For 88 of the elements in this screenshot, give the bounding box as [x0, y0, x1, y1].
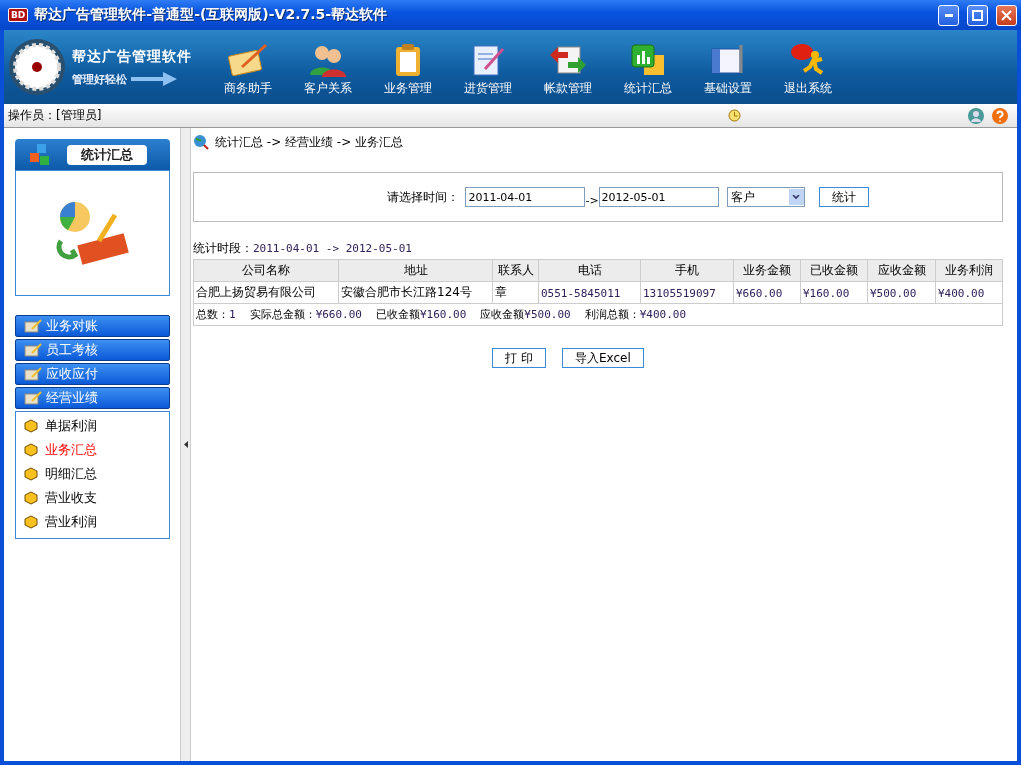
- cube-icon: [24, 467, 38, 481]
- toolbar-button[interactable]: 进货管理: [448, 43, 528, 97]
- column-header: 应收金额: [867, 259, 936, 282]
- submenu-item[interactable]: 营业利润: [24, 510, 169, 534]
- column-header: 手机: [640, 259, 734, 282]
- collapse-arrow-icon[interactable]: [183, 441, 188, 448]
- notepad-pen-icon: [226, 43, 270, 77]
- group-by-select[interactable]: 客户: [726, 187, 805, 207]
- statistics-button[interactable]: 统计: [818, 187, 869, 207]
- user-icon[interactable]: [967, 106, 985, 125]
- maximize-button[interactable]: [967, 4, 988, 26]
- toolbar-button[interactable]: 商务助手: [208, 43, 288, 97]
- maximize-icon: [972, 9, 983, 21]
- toolbar-button[interactable]: 统计汇总: [608, 43, 688, 97]
- minimize-icon: [944, 13, 953, 17]
- range-arrow: ->: [585, 193, 599, 207]
- table-cell: ¥400.00: [935, 281, 1003, 304]
- minimize-button[interactable]: [938, 4, 959, 26]
- folder-pen-icon: [24, 343, 42, 357]
- column-header: 联系人: [492, 259, 539, 282]
- period-value: 2011-04-01 -> 2012-05-01: [253, 242, 412, 255]
- submenu-item[interactable]: 营业收支: [24, 486, 169, 510]
- column-header: 已收金额: [800, 259, 868, 282]
- sidebar-group-button[interactable]: 员工考核: [15, 339, 170, 361]
- column-header: 业务利润: [935, 259, 1003, 282]
- gear-logo-icon: [8, 38, 66, 96]
- column-header: 地址: [338, 259, 493, 282]
- breadcrumb: 统计汇总 -> 经营业绩 -> 业务汇总: [215, 133, 404, 151]
- toolbar-button[interactable]: 客户关系: [288, 43, 368, 97]
- folder-pen-icon: [24, 367, 42, 381]
- help-icon[interactable]: [991, 106, 1009, 125]
- toolbar-button[interactable]: 业务管理: [368, 43, 448, 97]
- globe-search-icon: [193, 134, 209, 150]
- action-button[interactable]: 打 印: [492, 348, 546, 368]
- brand-slogan: 管理好轻松: [72, 71, 127, 87]
- sidebar-group-button[interactable]: 业务对账: [15, 315, 170, 337]
- window-wrench-icon: [710, 43, 746, 77]
- chevron-down-icon: [792, 194, 801, 200]
- sidebar-group-button[interactable]: 应收应付: [15, 363, 170, 385]
- close-button[interactable]: [996, 4, 1017, 26]
- table-cell: 合肥上扬贸易有限公司: [193, 281, 339, 304]
- table-cell: ¥500.00: [867, 281, 936, 304]
- chart-icon: [630, 43, 666, 77]
- table-cell: 安徽合肥市长江路124号: [338, 281, 493, 304]
- column-header: 公司名称: [193, 259, 339, 282]
- summary-item: 实际总金额：¥660.00: [249, 307, 362, 322]
- start-date-field[interactable]: 2011-04-01: [465, 187, 586, 207]
- action-button[interactable]: 导入Excel: [562, 348, 644, 368]
- column-header: 业务金额: [733, 259, 801, 282]
- submenu-item[interactable]: 单据利润: [24, 414, 169, 438]
- clipboard-icon: [393, 43, 423, 77]
- brand-name: 帮达广告管理软件: [72, 47, 192, 66]
- document-pen-icon: [471, 43, 505, 77]
- toolbar-button[interactable]: 退出系统: [768, 43, 848, 97]
- folder-pen-icon: [24, 319, 42, 333]
- summary-item: 总数：1: [196, 307, 236, 322]
- close-icon: [1001, 9, 1012, 21]
- cube-icon: [24, 491, 38, 505]
- running-figure-icon: [790, 43, 826, 77]
- submenu-item[interactable]: 明细汇总: [24, 462, 169, 486]
- app-logo: BD: [8, 8, 29, 22]
- toolbar-button[interactable]: 帐款管理: [528, 43, 608, 97]
- summary-item: 应收金额¥500.00: [480, 307, 571, 322]
- cube-icon: [24, 419, 38, 433]
- time-label: 请选择时间：: [387, 188, 460, 206]
- toolbar-button[interactable]: 基础设置: [688, 43, 768, 97]
- arrow-icon: [131, 72, 177, 86]
- period-label: 统计时段：: [193, 241, 253, 255]
- table-cell: 0551-5845011: [538, 281, 641, 304]
- sidebar-title: 统计汇总: [67, 144, 147, 165]
- clock-icon: [728, 109, 741, 122]
- sidebar-group-button[interactable]: 经营业绩: [15, 387, 170, 409]
- summary-item: 已收金额¥160.00: [376, 307, 467, 322]
- submenu-item[interactable]: 业务汇总: [24, 438, 169, 462]
- arrows-document-icon: [548, 43, 588, 77]
- summary-item: 利润总额：¥400.00: [584, 307, 687, 322]
- operator-label: 操作员：[管理员]: [8, 107, 103, 124]
- window-title: 帮达广告管理软件-普通型-(互联网版)-V2.7.5-帮达软件: [34, 6, 389, 24]
- end-date-field[interactable]: 2012-05-01: [598, 187, 719, 207]
- people-icon: [308, 43, 348, 77]
- folder-pen-icon: [24, 391, 42, 405]
- table-cell: ¥160.00: [800, 281, 868, 304]
- table-cell: 章: [492, 281, 539, 304]
- table-cell: 13105519097: [640, 281, 734, 304]
- table-cell: ¥660.00: [733, 281, 801, 304]
- column-header: 电话: [538, 259, 641, 282]
- cube-icon: [24, 443, 38, 457]
- cube-icon: [24, 515, 38, 529]
